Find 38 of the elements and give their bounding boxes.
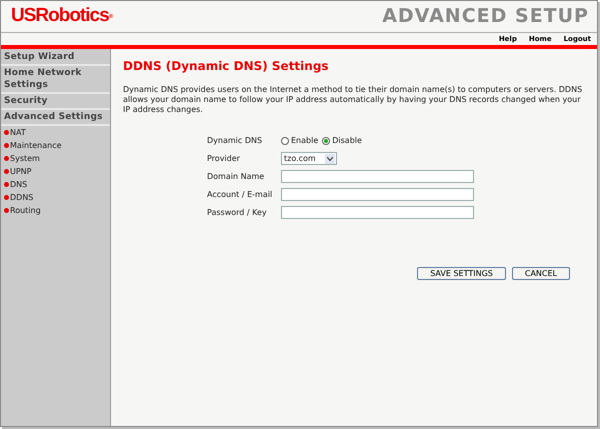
description: Dynamic DNS provides users on the Internet a method to tie their domain name(s) to computers or servers. DDNS allows your domain name to follow your IP address automatically by having your DNS records changed when your IP address changes. (123, 85, 584, 116)
bullet-icon (4, 208, 9, 213)
sidebar-link[interactable]: DNS (10, 178, 28, 190)
save-button[interactable]: SAVE SETTINGS (417, 267, 506, 280)
field-label: Provider (207, 152, 241, 165)
field-label: Domain Name (207, 170, 266, 183)
bullet-icon (4, 182, 9, 187)
field-label: Dynamic DNS (207, 135, 264, 148)
section-title: DDNS (Dynamic DNS) Settings (123, 59, 330, 74)
sidebar-link[interactable]: DDNS (10, 192, 34, 204)
sidebar-link[interactable]: UPNP (10, 166, 32, 178)
bullet-icon (4, 156, 9, 161)
bullet-icon (4, 143, 9, 148)
page-heading: ADVANCED SETUP (382, 4, 589, 30)
radio-label: Enable (291, 135, 318, 148)
logo: USRobotics$^{®}$ (11, 4, 114, 28)
sidebar-heading[interactable]: Advanced Settings (1, 110, 110, 126)
cancel-button[interactable]: CANCEL (512, 267, 570, 280)
input-field[interactable] (281, 206, 474, 220)
sidebar-link[interactable]: Maintenance (10, 140, 62, 152)
field-label: Account / E-mail (207, 188, 274, 201)
sidebar-heading[interactable]: Setup Wizard (1, 50, 110, 66)
radio-button[interactable] (322, 137, 330, 146)
input-field[interactable] (281, 188, 474, 202)
sidebar-heading[interactable]: Security (1, 94, 110, 110)
input-field[interactable] (281, 170, 474, 184)
radio-label: Disable (332, 135, 362, 148)
bullet-icon (4, 195, 9, 200)
radio-button[interactable] (281, 137, 289, 146)
sidebar-link[interactable]: Routing (10, 204, 41, 216)
bullet-icon (4, 130, 9, 135)
sidebar-link[interactable]: NAT (10, 126, 26, 138)
sidebar-heading[interactable]: Home Network Settings (1, 66, 110, 94)
sidebar-link[interactable]: System (10, 152, 40, 164)
field-label: Password / Key (207, 206, 268, 219)
provider-dropdown[interactable]: tzo.com (281, 152, 337, 166)
bullet-icon (4, 169, 9, 174)
caret-icon (327, 156, 333, 161)
